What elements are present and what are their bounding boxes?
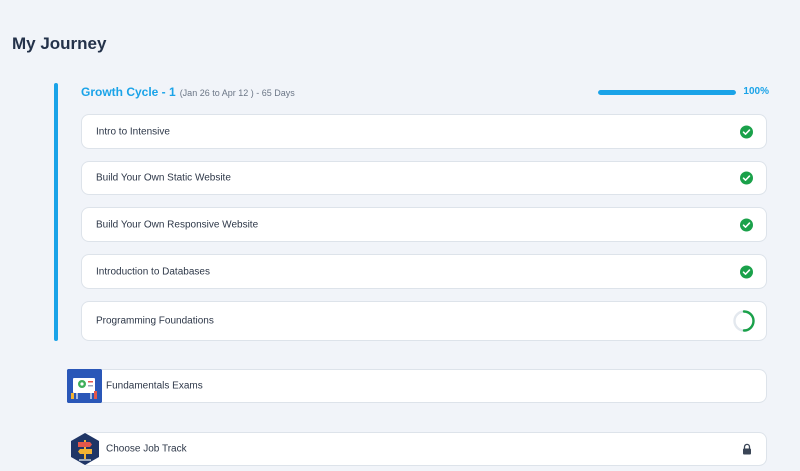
cycle-progress-label: 100%	[743, 86, 769, 97]
cycle-progress-fill	[598, 90, 736, 95]
module-card-databases[interactable]: Introduction to Databases	[81, 254, 767, 289]
lock-icon	[743, 443, 751, 455]
module-card-static-website[interactable]: Build Your Own Static Website	[81, 161, 767, 195]
choose-job-track-label: Choose Job Track	[106, 443, 187, 455]
check-circle-icon	[740, 125, 753, 138]
fundamentals-exams-card[interactable]: Fundamentals Exams	[81, 369, 767, 403]
cycle-timeline-bar	[54, 83, 58, 341]
cycle-dates: (Jan 26 to Apr 12 ) - 65 Days	[179, 88, 295, 98]
page-title: My Journey	[12, 34, 107, 53]
check-circle-icon	[740, 171, 753, 185]
cycle-title-wrap: Growth Cycle - 1 (Jan 26 to Apr 12 ) - 65…	[81, 85, 295, 99]
module-label: Build Your Own Responsive Website	[96, 219, 259, 230]
progress-ring-icon	[733, 310, 755, 332]
signpost-badge-icon	[69, 432, 101, 466]
module-card-responsive-website[interactable]: Build Your Own Responsive Website	[81, 207, 767, 242]
fundamentals-exams-label: Fundamentals Exams	[106, 380, 203, 392]
cycle-title: Growth Cycle - 1	[81, 85, 176, 99]
module-label: Intro to Intensive	[96, 126, 170, 137]
module-label: Build Your Own Static Website	[96, 172, 231, 184]
exam-badge-icon	[67, 369, 102, 403]
cycle-progress-bar	[598, 90, 736, 95]
module-label: Introduction to Databases	[96, 266, 210, 277]
module-card-intro-to-intensive[interactable]: Intro to Intensive	[81, 114, 767, 149]
module-label: Programming Foundations	[96, 315, 214, 327]
check-circle-icon	[740, 265, 753, 278]
module-card-programming-foundations[interactable]: Programming Foundations	[81, 301, 767, 341]
choose-job-track-card[interactable]: Choose Job Track	[81, 432, 767, 466]
cycle-header[interactable]: Growth Cycle - 1 (Jan 26 to Apr 12 ) - 65…	[81, 85, 769, 101]
check-circle-icon	[740, 218, 753, 231]
